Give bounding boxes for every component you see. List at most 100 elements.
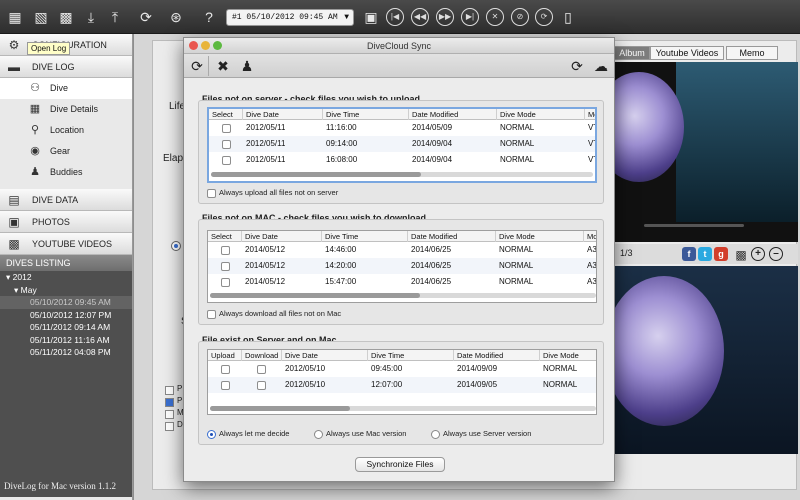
- radio-option-mac-version[interactable]: Always use Mac version: [314, 429, 406, 439]
- upload-checkbox[interactable]: [221, 381, 230, 390]
- radio-button[interactable]: [431, 429, 440, 439]
- save-icon[interactable]: ▣: [362, 8, 380, 26]
- disclosure-triangle-icon[interactable]: ▾: [14, 285, 21, 295]
- background-checkbox[interactable]: [165, 422, 174, 431]
- table-row[interactable]: 2012/05/10 12:07:00 2014/09/05 NORMAL: [208, 377, 596, 393]
- photo-preview[interactable]: [614, 266, 798, 454]
- scrollbar-thumb[interactable]: [211, 172, 421, 177]
- print-photo-icon[interactable]: ▩: [732, 246, 750, 264]
- table-row[interactable]: 2014/05/12 14:46:00 2014/06/25 NORMAL A3…: [208, 242, 596, 258]
- select-checkbox[interactable]: [222, 156, 231, 165]
- sidebar-item-dive-details[interactable]: ▦ Dive Details: [0, 99, 132, 120]
- background-checkbox[interactable]: [165, 410, 174, 419]
- always-upload-checkbox[interactable]: [207, 188, 216, 198]
- radio-option-server-version[interactable]: Always use Server version: [431, 429, 531, 439]
- column-header[interactable]: Dive Date: [243, 109, 323, 120]
- facebook-icon[interactable]: f: [682, 247, 696, 261]
- radio-option-let-me-decide[interactable]: Always let me decide: [207, 429, 289, 439]
- horizontal-scrollbar[interactable]: [210, 406, 596, 411]
- column-header[interactable]: Dive Mode: [496, 231, 584, 242]
- sidebar-section-dive-data[interactable]: ▤ DIVE DATA: [0, 189, 132, 211]
- column-header[interactable]: Dive Time: [368, 350, 454, 361]
- add-photo-icon[interactable]: +: [751, 247, 765, 261]
- select-checkbox[interactable]: [222, 124, 231, 133]
- minimize-window-button[interactable]: [201, 41, 210, 50]
- table-row[interactable]: 2014/05/12 15:47:00 2014/06/25 NORMAL A3…: [208, 274, 596, 290]
- table-row[interactable]: 2012/05/11 09:14:00 2014/09/04 NORMAL VT…: [209, 136, 595, 152]
- select-checkbox[interactable]: [221, 278, 230, 287]
- next-icon[interactable]: ▶▶: [436, 8, 454, 26]
- column-header[interactable]: Date Modified: [409, 109, 497, 120]
- delete-icon[interactable]: ▯: [559, 8, 577, 26]
- help-icon[interactable]: ?: [200, 8, 218, 26]
- first-icon[interactable]: |◀: [386, 8, 404, 26]
- tree-dive-item[interactable]: 05/11/2012 04:08 PM: [0, 346, 132, 359]
- column-header[interactable]: Upload: [208, 350, 242, 361]
- tree-dive-item[interactable]: 05/10/2012 09:45 AM: [0, 296, 132, 309]
- download-checkbox[interactable]: [257, 365, 266, 374]
- horizontal-scrollbar[interactable]: [211, 172, 593, 177]
- sidebar-section-youtube-videos[interactable]: ▩ YOUTUBE VIDEOS: [0, 233, 132, 255]
- refresh-icon[interactable]: ⟳: [568, 57, 586, 75]
- always-download-option[interactable]: Always download all files not on Mac: [207, 309, 341, 319]
- select-checkbox[interactable]: [221, 262, 230, 271]
- export-icon[interactable]: ⤒: [106, 8, 124, 26]
- column-header[interactable]: Select: [208, 231, 242, 242]
- synchronize-files-button[interactable]: Synchronize Files: [355, 457, 445, 472]
- dive-selector[interactable]: #1 05/10/2012 09:45 AM ▼: [226, 9, 354, 26]
- open-folder-icon[interactable]: ▧: [32, 8, 50, 26]
- previous-icon[interactable]: ◀◀: [411, 8, 429, 26]
- sidebar-section-photos[interactable]: ▣ PHOTOS: [0, 211, 132, 233]
- sidebar-item-buddies[interactable]: ♟ Buddies: [0, 162, 132, 183]
- album-photo-viewer[interactable]: [614, 62, 798, 242]
- import-icon[interactable]: ⤓: [82, 8, 100, 26]
- tree-month[interactable]: ▾ May: [0, 284, 132, 297]
- sync-icon[interactable]: ⟳: [137, 8, 155, 26]
- column-header[interactable]: Dive Date: [282, 350, 368, 361]
- tree-dive-item[interactable]: 05/11/2012 09:14 AM: [0, 321, 132, 334]
- radio-button[interactable]: [314, 429, 323, 439]
- column-header[interactable]: Dive Time: [323, 109, 409, 120]
- table-row[interactable]: 2012/05/11 11:16:00 2014/05/09 NORMAL VT…: [209, 120, 595, 136]
- last-icon[interactable]: ▶|: [461, 8, 479, 26]
- sidebar-section-dive-log[interactable]: ▬ DIVE LOG: [0, 56, 132, 78]
- close-window-button[interactable]: [189, 41, 198, 50]
- tree-dive-item[interactable]: 05/10/2012 12:07 PM: [0, 309, 132, 322]
- background-radio[interactable]: [171, 241, 181, 251]
- cancel-edit-icon[interactable]: ✕: [486, 8, 504, 26]
- new-document-icon[interactable]: ▦: [6, 8, 24, 26]
- table-row[interactable]: 2012/05/11 16:08:00 2014/09/04 NORMAL VT…: [209, 152, 595, 168]
- remove-photo-icon[interactable]: –: [769, 247, 783, 261]
- tree-year[interactable]: ▾ 2012: [0, 271, 132, 284]
- column-header[interactable]: Dive Mode: [540, 350, 596, 361]
- sync-icon[interactable]: ⟳: [188, 57, 206, 75]
- sidebar-item-location[interactable]: ⚲ Location: [0, 120, 132, 141]
- column-header[interactable]: Dive Time: [322, 231, 408, 242]
- background-checkbox-checked[interactable]: [165, 398, 174, 407]
- photo-progress-track[interactable]: [644, 224, 744, 227]
- twitter-icon[interactable]: t: [698, 247, 712, 261]
- tab-youtube-videos[interactable]: Youtube Videos: [650, 46, 724, 60]
- cloud-icon[interactable]: ☁: [592, 57, 610, 75]
- wifi-icon[interactable]: ⊛: [167, 8, 185, 26]
- sidebar-item-dive[interactable]: ⚇ Dive: [0, 78, 132, 99]
- refresh-icon[interactable]: ⟳: [535, 8, 553, 26]
- tree-dive-item[interactable]: 05/11/2012 11:16 AM: [0, 334, 132, 347]
- column-header[interactable]: Mo: [584, 231, 596, 242]
- always-upload-option[interactable]: Always upload all files not on server: [207, 188, 338, 198]
- select-checkbox[interactable]: [222, 140, 231, 149]
- select-checkbox[interactable]: [221, 246, 230, 255]
- column-header[interactable]: Dive Date: [242, 231, 322, 242]
- scrollbar-thumb[interactable]: [210, 406, 350, 411]
- sidebar-item-gear[interactable]: ◉ Gear: [0, 141, 132, 162]
- radio-button-selected[interactable]: [207, 429, 216, 439]
- download-checkbox[interactable]: [257, 381, 266, 390]
- upload-checkbox[interactable]: [221, 365, 230, 374]
- zoom-window-button[interactable]: [213, 41, 222, 50]
- always-download-checkbox[interactable]: [207, 309, 216, 319]
- column-header[interactable]: Mo: [585, 109, 595, 120]
- disclosure-triangle-icon[interactable]: ▾: [6, 272, 13, 282]
- background-checkbox[interactable]: [165, 386, 174, 395]
- horizontal-scrollbar[interactable]: [210, 293, 596, 298]
- column-header[interactable]: Date Modified: [408, 231, 496, 242]
